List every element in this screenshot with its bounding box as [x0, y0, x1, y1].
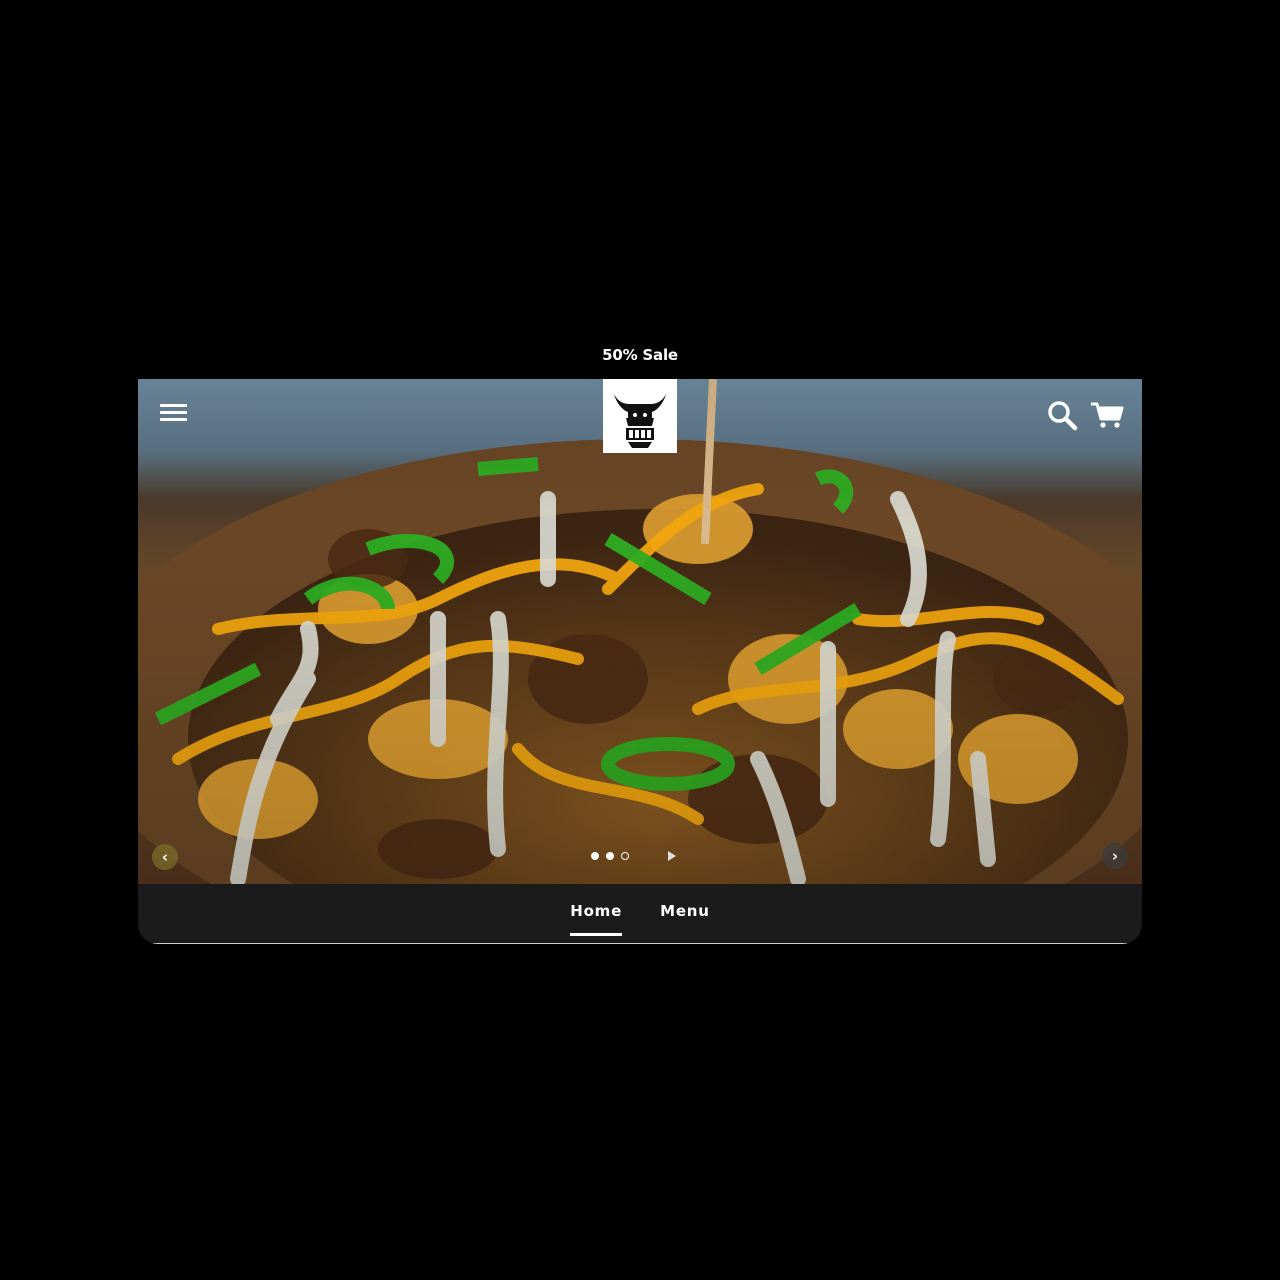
- chevron-left-icon: ‹: [161, 848, 169, 866]
- bull-head-logo-icon: [614, 394, 666, 448]
- slideshow-dots: [591, 851, 676, 861]
- slide-dot-3[interactable]: [621, 852, 629, 860]
- search-icon[interactable]: [1046, 399, 1078, 431]
- nav-item-home[interactable]: Home: [570, 902, 622, 936]
- hero-slideshow: ‹ ›: [138, 379, 1142, 884]
- slide-dot-2[interactable]: [606, 852, 614, 860]
- hero-food-image: [138, 379, 1142, 884]
- announcement-bar: 50% Sale: [602, 346, 678, 364]
- nav-item-menu[interactable]: Menu: [660, 902, 710, 936]
- play-icon[interactable]: [668, 851, 676, 861]
- main-nav: Home Menu: [138, 884, 1142, 944]
- slide-dot-1[interactable]: [591, 852, 599, 860]
- nav-divider: [138, 943, 1142, 944]
- slideshow-next-button[interactable]: ›: [1102, 843, 1128, 869]
- shopping-cart-icon[interactable]: [1090, 401, 1124, 429]
- slideshow-prev-button[interactable]: ‹: [152, 844, 178, 870]
- site-logo[interactable]: [603, 379, 677, 453]
- hamburger-menu-icon[interactable]: [160, 404, 187, 424]
- site-frame: ‹ › Home Menu: [138, 379, 1142, 944]
- chevron-right-icon: ›: [1111, 847, 1119, 865]
